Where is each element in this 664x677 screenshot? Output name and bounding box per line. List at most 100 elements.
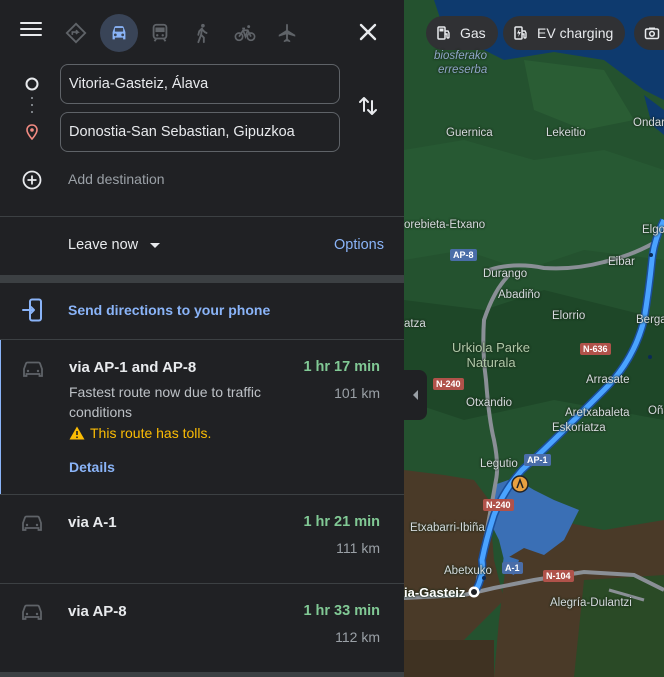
map-label: Eskoriatza bbox=[552, 422, 606, 434]
toll-warning: This route has tolls. bbox=[69, 425, 211, 441]
map-label: Etxabarri-Ibiña bbox=[410, 522, 485, 534]
map-label: erreserba bbox=[438, 64, 488, 76]
route-option-ap8[interactable]: via AP-8 1 hr 33 min 112 km bbox=[0, 584, 404, 672]
map-label: biosferako bbox=[434, 50, 488, 62]
swap-endpoints-button[interactable] bbox=[356, 94, 380, 118]
toll-warning-text: This route has tolls. bbox=[90, 425, 212, 441]
map-label: Urkiola Parke Naturala bbox=[452, 340, 530, 370]
map-label: Elorrio bbox=[552, 310, 586, 322]
map-canvas[interactable] bbox=[404, 0, 664, 677]
ev-charging-chip-label: EV charging bbox=[537, 25, 614, 41]
directions-panel: Vitoria-Gasteiz, Álava Donostia-San Seba… bbox=[0, 0, 404, 677]
travel-mode-bar bbox=[0, 0, 404, 64]
route-time: 1 hr 33 min bbox=[303, 603, 380, 619]
gas-station-icon bbox=[437, 26, 450, 40]
send-to-phone-icon bbox=[22, 298, 42, 322]
mode-best-button[interactable] bbox=[57, 14, 95, 52]
map-label: Ondar bbox=[633, 117, 664, 129]
close-directions-button[interactable] bbox=[356, 20, 380, 44]
mode-flights-button[interactable] bbox=[268, 14, 306, 52]
car-icon bbox=[22, 604, 42, 620]
map-label: Guernica bbox=[446, 127, 493, 139]
send-directions-link[interactable]: Send directions to your phone bbox=[68, 302, 270, 318]
map-label: orebieta-Etxano bbox=[404, 219, 486, 231]
route-name: via A-1 bbox=[68, 514, 117, 531]
add-circle-icon bbox=[22, 170, 42, 190]
mode-cycling-button[interactable] bbox=[226, 14, 264, 52]
road-shield: N-636 bbox=[580, 343, 611, 355]
leave-now-label: Leave now bbox=[68, 237, 139, 253]
route-dots bbox=[31, 97, 33, 119]
train-icon bbox=[152, 23, 168, 42]
divider bbox=[0, 216, 404, 217]
options-button[interactable]: Options bbox=[334, 237, 384, 253]
map-label: Legutio bbox=[480, 458, 518, 470]
map-label: Lekeitio bbox=[546, 127, 586, 139]
map-label: Aretxabaleta bbox=[565, 407, 630, 419]
car-icon bbox=[22, 515, 42, 531]
mode-driving-button[interactable] bbox=[100, 14, 138, 52]
road-shield: N-240 bbox=[483, 499, 514, 511]
origin-input[interactable]: Vitoria-Gasteiz, Álava bbox=[60, 64, 340, 104]
warning-icon bbox=[69, 426, 85, 440]
route-name: via AP-1 and AP-8 bbox=[69, 359, 197, 376]
section-divider bbox=[0, 672, 404, 677]
gas-chip[interactable]: Gas bbox=[426, 16, 498, 50]
destination-value: Donostia-San Sebastian, Gipuzkoa bbox=[69, 124, 295, 140]
swap-vertical-icon bbox=[359, 97, 377, 115]
add-destination-label[interactable]: Add destination bbox=[68, 171, 165, 187]
origin-circle-icon bbox=[25, 77, 39, 91]
map-label: Otxandio bbox=[466, 397, 513, 409]
map-label: Oña bbox=[648, 405, 664, 417]
route-distance: 111 km bbox=[336, 540, 380, 556]
map-label: Abadiño bbox=[498, 289, 541, 301]
ev-charging-icon bbox=[514, 26, 527, 40]
add-destination-button[interactable] bbox=[22, 170, 42, 190]
road-shield: A-1 bbox=[502, 562, 523, 574]
route-distance: 112 km bbox=[335, 629, 380, 645]
menu-icon-bar bbox=[20, 22, 42, 24]
caret-down-icon bbox=[150, 242, 161, 248]
route-time: 1 hr 17 min bbox=[303, 359, 380, 375]
map-label-line: Urkiola Parke bbox=[452, 340, 531, 355]
destination-pin-icon bbox=[26, 124, 38, 140]
map-label: Alegría-Dulantzi bbox=[550, 597, 632, 609]
caret-left-icon bbox=[413, 390, 418, 400]
route-description: Fastest route now due to traffic conditi… bbox=[69, 384, 261, 420]
road-shield: AP-8 bbox=[450, 249, 477, 261]
ev-charging-chip[interactable]: EV charging bbox=[503, 16, 626, 50]
route-option-a1[interactable]: via A-1 1 hr 21 min 111 km bbox=[0, 495, 404, 583]
road-shield: AP-1 bbox=[524, 454, 551, 466]
origin-value: Vitoria-Gasteiz, Álava bbox=[69, 76, 209, 92]
close-icon bbox=[359, 23, 377, 41]
map-label-city: ia-Gasteiz bbox=[404, 585, 466, 600]
camera-chip[interactable] bbox=[634, 16, 664, 50]
route-details-link[interactable]: Details bbox=[69, 459, 115, 475]
map-label: atza bbox=[404, 318, 426, 330]
map-label: Abetxuko bbox=[444, 565, 492, 577]
map-view[interactable]: Gas EV charging biosferako erreserba Lek… bbox=[404, 0, 664, 677]
route-option-ap1-ap8[interactable]: via AP-1 and AP-8 1 hr 17 min 101 km Fas… bbox=[0, 340, 404, 494]
map-label: Eibar bbox=[608, 256, 635, 268]
menu-icon-bar bbox=[20, 34, 42, 36]
bicycle-icon bbox=[234, 25, 256, 42]
menu-button[interactable] bbox=[20, 22, 42, 42]
section-divider bbox=[0, 275, 404, 283]
leave-now-dropdown[interactable]: Leave now bbox=[68, 237, 161, 253]
map-label: Elgo bbox=[642, 224, 664, 236]
route-name: via AP-8 bbox=[68, 603, 127, 620]
route-time: 1 hr 21 min bbox=[303, 514, 380, 530]
map-label: Durango bbox=[483, 268, 528, 280]
car-icon bbox=[23, 361, 43, 377]
mode-transit-button[interactable] bbox=[141, 14, 179, 52]
diamond-directions-icon bbox=[65, 22, 87, 44]
mode-walking-button[interactable] bbox=[183, 14, 221, 52]
airplane-icon bbox=[278, 23, 296, 43]
menu-icon-bar bbox=[20, 28, 42, 30]
collapse-panel-button[interactable] bbox=[404, 370, 427, 420]
map-label: Arrasate bbox=[586, 374, 630, 386]
road-shield: N-240 bbox=[433, 378, 464, 390]
destination-input[interactable]: Donostia-San Sebastian, Gipuzkoa bbox=[60, 112, 340, 152]
map-label-line: Naturala bbox=[466, 355, 516, 370]
route-distance: 101 km bbox=[334, 385, 380, 401]
